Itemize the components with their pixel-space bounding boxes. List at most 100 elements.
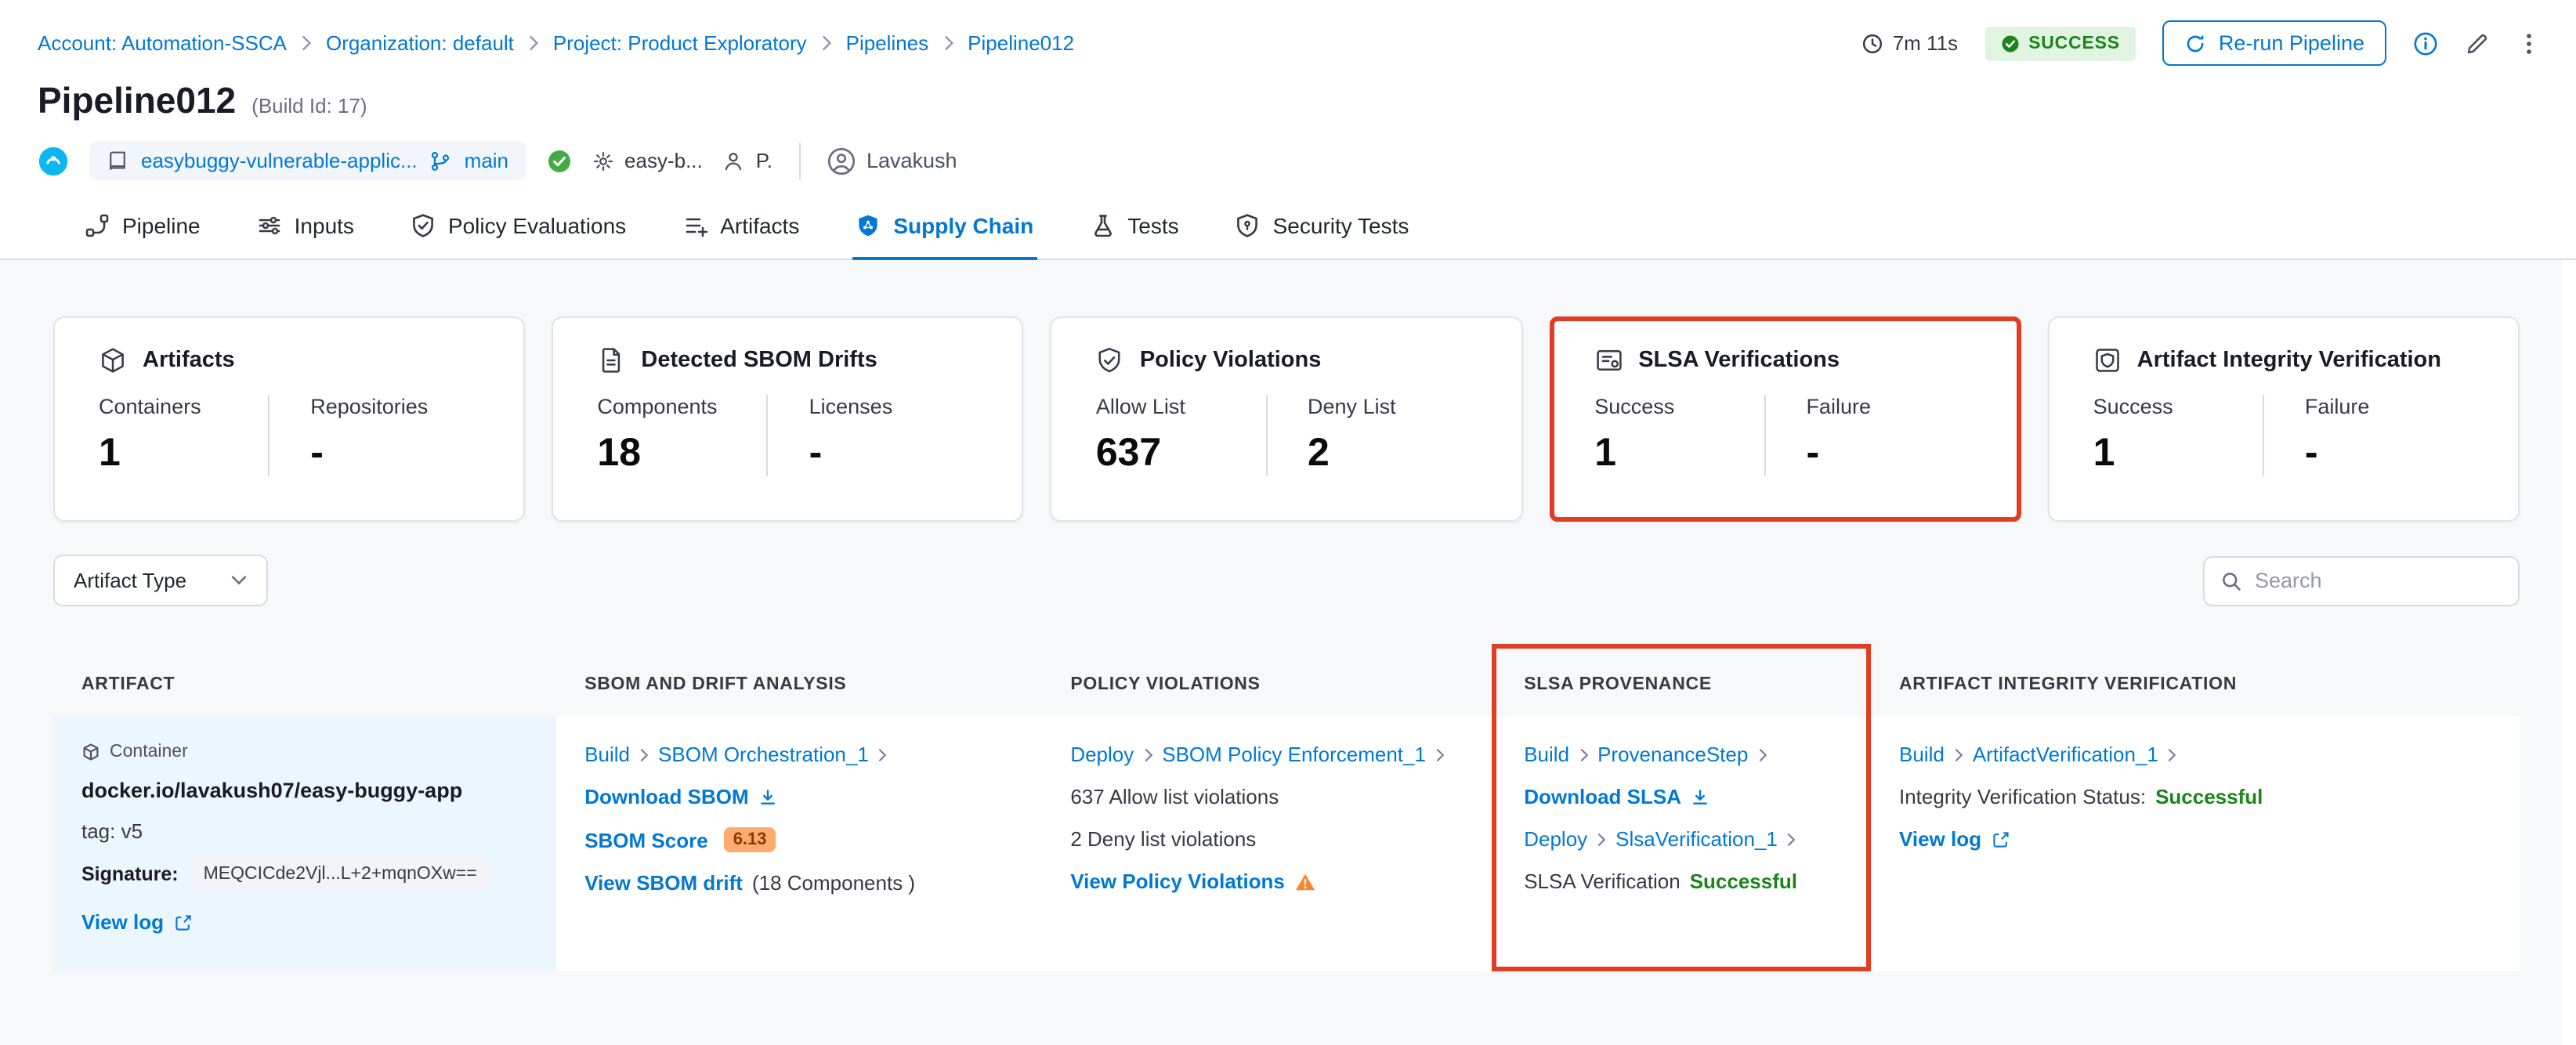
external-link-icon[interactable] [1991,830,2010,848]
inputs-icon [259,216,280,235]
info-button[interactable] [2413,31,2438,56]
service-name: easy-b... [624,149,703,172]
column-header-integrity: ARTIFACT INTEGRITY VERIFICATION [1899,675,2238,694]
tab-tests[interactable]: Tests [1087,205,1181,259]
tab-supply-chain[interactable]: Supply Chain [852,205,1038,260]
chevron-down-icon [231,576,247,585]
column-artifact: ARTIFACT Container docker.io/lavakush07/… [53,644,557,971]
card-stats: Success 1 Failure - [2093,395,2474,476]
stat-integrity-success: Success 1 [2093,395,2173,475]
avatar-icon [827,146,856,175]
repo-branch-pill: easybuggy-vulnerable-applic... main [89,141,526,180]
view-sbom-drift-link[interactable]: View SBOM drift [584,871,743,895]
card-artifacts: Artifacts Containers 1 Repositories - [53,316,526,522]
environment-item[interactable]: P. [723,149,772,172]
artifact-type-dropdown[interactable]: Artifact Type [53,555,269,606]
service-item[interactable]: easy-b... [592,149,703,172]
stage-link[interactable]: Build [584,743,630,766]
download-slsa-link[interactable]: Download SLSA [1524,785,1681,808]
view-log-link[interactable]: View log [81,910,164,934]
download-sbom-link[interactable]: Download SBOM [584,785,748,808]
download-icon[interactable] [1691,787,1709,806]
repo-link[interactable]: easybuggy-vulnerable-applic... [141,149,418,172]
tab-policy-evaluations[interactable]: Policy Evaluations [407,205,629,259]
step-link[interactable]: SBOM Policy Enforcement_1 [1162,743,1426,766]
policy-step-breadcrumb: Deploy SBOM Policy Enforcement_1 [1070,743,1463,766]
download-slsa-line: Download SLSA [1524,785,1838,808]
integrity-shield-icon [2095,349,2119,372]
step-link[interactable]: ArtifactVerification_1 [1973,743,2158,766]
card-stats: Components 18 Licenses - [597,395,978,476]
search-input[interactable] [2255,569,2502,592]
build-id: (Build Id: 17) [251,94,367,118]
tab-pipeline[interactable]: Pipeline [81,205,204,259]
view-log-link[interactable]: View log [1899,827,1981,851]
stat-components: Components 18 [597,395,718,475]
stat-licenses: Licenses - [766,395,979,476]
breadcrumb-pipelines[interactable]: Pipelines [846,31,929,55]
filter-row: Artifact Type [53,555,2520,606]
card-artifact-integrity: Artifact Integrity Verification Success … [2047,316,2520,522]
tab-inputs[interactable]: Inputs [254,205,357,259]
slsa-verification-status-line: SLSA Verification Successful [1524,870,1838,893]
chevron-right-icon [1598,833,1606,845]
step-link[interactable]: SlsaVerification_1 [1615,827,1778,851]
user-gear-icon [725,152,742,170]
breadcrumb-organization[interactable]: Organization: default [326,31,514,55]
container-cube-icon [83,743,99,761]
slsa-verification-label: SLSA Verification [1524,870,1681,893]
topbar-actions: 7m 11s SUCCESS Re-run Pipeline [1861,20,2542,66]
warning-triangle-icon [1295,873,1315,890]
top-bar: Account: Automation-SSCA Organization: d… [0,0,2576,66]
breadcrumb-pipeline012[interactable]: Pipeline012 [968,31,1074,55]
artifact-name: docker.io/lavakush07/easy-buggy-app [81,779,463,802]
cell-sbom: Build SBOM Orchestration_1 Download SBOM… [556,716,1043,971]
view-log-line: View log [81,910,528,934]
rerun-pipeline-button[interactable]: Re-run Pipeline [2162,20,2386,66]
branch-link[interactable]: main [465,149,508,172]
column-slsa: SLSA PROVENANCE Build ProvenanceStep Dow… [1491,644,1871,971]
tab-artifacts[interactable]: Artifacts [679,205,802,259]
scrollbar-gutter[interactable] [2562,260,2576,1045]
stage-link[interactable]: Build [1899,743,1945,766]
stat-integrity-failure: Failure - [2262,395,2474,476]
breadcrumb-project[interactable]: Project: Product Exploratory [553,31,807,55]
download-icon[interactable] [758,787,777,806]
step-link[interactable]: ProvenanceStep [1597,743,1748,766]
page-title: Pipeline012 [38,80,237,121]
card-title: Artifact Integrity Verification [2093,346,2474,374]
edit-pipeline-button[interactable] [2465,31,2490,56]
stat-allow-list: Allow List 637 [1095,395,1185,475]
chevron-right-icon [1788,833,1796,845]
summary-cards: Artifacts Containers 1 Repositories - De… [53,316,2520,522]
tab-security-tests[interactable]: Security Tests [1232,205,1413,259]
stage-link[interactable]: Deploy [1524,827,1587,851]
column-header-slsa: SLSA PROVENANCE [1524,675,1712,694]
step-link[interactable]: SBOM Orchestration_1 [658,743,869,766]
execution-meta: easybuggy-vulnerable-applic... main easy… [0,122,2576,180]
card-title: Artifacts [99,346,479,374]
slsa-deploy-breadcrumb: Deploy SlsaVerification_1 [1524,827,1838,851]
chevron-right-icon [640,748,649,761]
cell-integrity: Build ArtifactVerification_1 Integrity V… [1871,716,2520,971]
security-shield-icon [1237,214,1258,237]
environment-name: P. [755,149,772,172]
check-circle-icon [2001,34,2018,52]
stat-containers: Containers 1 [99,395,201,475]
stage-link[interactable]: Build [1524,743,1569,766]
sbom-score-line: SBOM Score 6.13 [584,827,1014,852]
git-branch-icon [432,151,450,170]
triggered-by-user: Lavakush [827,146,957,175]
sbom-score-link[interactable]: SBOM Score [584,828,708,852]
slsa-build-breadcrumb: Build ProvenanceStep [1524,743,1838,766]
view-policy-violations-link[interactable]: View Policy Violations [1070,870,1285,893]
breadcrumb-account[interactable]: Account: Automation-SSCA [38,31,287,55]
chevron-right-icon [1955,748,1963,761]
external-link-icon[interactable] [173,913,192,931]
stage-link[interactable]: Deploy [1070,743,1134,766]
chevron-right-icon [1759,748,1767,761]
card-policy-violations: Policy Violations Allow List 637 Deny Li… [1050,316,1523,522]
status-text: SUCCESS [2028,34,2120,52]
integrity-status-label: Integrity Verification Status: [1899,785,2147,808]
more-options-button[interactable] [2516,31,2542,56]
